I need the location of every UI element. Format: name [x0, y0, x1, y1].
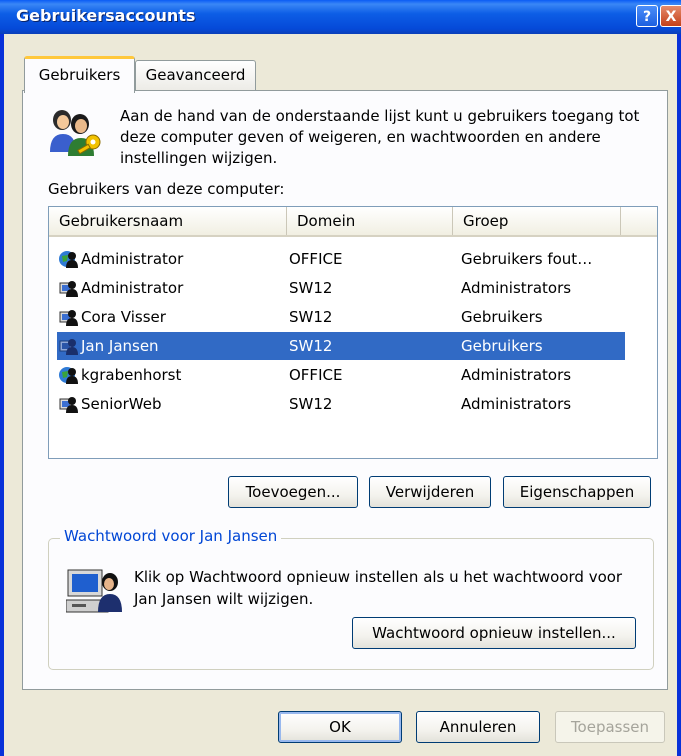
apply-button[interactable]: Toepassen	[555, 711, 665, 743]
cell-username: Administrator	[81, 250, 184, 268]
table-row[interactable]: Cora Visser SW12 Gebruikers	[57, 303, 625, 331]
cell-group: Administrators	[461, 366, 572, 384]
table-row[interactable]: Administrator SW12 Administrators	[57, 274, 625, 302]
domain-user-icon	[59, 251, 78, 268]
cell-group: Administrators	[461, 395, 572, 413]
column-header-domain[interactable]: Domein	[287, 207, 453, 235]
password-group-text: Klik op Wachtwoord opnieuw instellen als…	[134, 568, 623, 608]
ok-button[interactable]: OK	[278, 711, 402, 743]
users-list[interactable]: Gebruikersnaam Domein Groep Administrato…	[48, 206, 658, 459]
tab-geavanceerd[interactable]: Geavanceerd	[135, 60, 256, 91]
cell-domain: SW12	[289, 308, 333, 326]
local-user-icon	[59, 281, 78, 297]
cell-domain: SW12	[289, 395, 333, 413]
column-header-group[interactable]: Groep	[453, 207, 621, 235]
cell-group: Gebruikers	[461, 308, 543, 326]
cell-domain: OFFICE	[289, 250, 343, 268]
tab-gebruikers[interactable]: Gebruikers	[24, 56, 135, 93]
properties-button[interactable]: Eigenschappen	[503, 476, 651, 508]
cell-username: Cora Visser	[81, 308, 166, 326]
cell-domain: SW12	[289, 279, 333, 297]
cell-group: Gebruikers	[461, 337, 543, 355]
cell-username: Administrator	[81, 279, 184, 297]
help-button[interactable]: ?	[636, 5, 658, 27]
local-user-icon	[59, 310, 78, 326]
cell-username: kgrabenhorst	[81, 366, 182, 384]
cell-group: Administrators	[461, 279, 572, 297]
table-row[interactable]: kgrabenhorst OFFICE Administrators	[57, 361, 625, 389]
table-row-selected[interactable]: Jan Jansen SW12 Gebruikers	[57, 332, 625, 360]
local-user-icon	[59, 339, 78, 355]
users-key-icon	[50, 110, 101, 156]
domain-user-icon	[59, 367, 78, 384]
column-header-username[interactable]: Gebruikersnaam	[49, 207, 287, 235]
password-group-legend: Wachtwoord voor Jan Jansen	[60, 527, 282, 545]
close-button[interactable]: X	[660, 5, 681, 27]
cell-username: SeniorWeb	[81, 395, 162, 413]
remove-user-button[interactable]: Verwijderen	[369, 476, 491, 508]
cell-group: Gebruikers fout…	[461, 250, 593, 268]
reset-password-button[interactable]: Wachtwoord opnieuw instellen...	[352, 617, 636, 649]
cell-username: Jan Jansen	[81, 337, 159, 355]
table-row[interactable]: Administrator OFFICE Gebruikers fout…	[57, 245, 625, 273]
cell-domain: SW12	[289, 337, 333, 355]
local-user-icon	[59, 397, 78, 413]
window-title: Gebruikersaccounts	[16, 6, 196, 25]
computer-user-icon	[66, 569, 122, 613]
list-header: Gebruikersnaam Domein Groep	[49, 207, 657, 237]
table-row[interactable]: SeniorWeb SW12 Administrators	[57, 390, 625, 418]
info-text: Aan de hand van de onderstaande lijst ku…	[120, 107, 640, 167]
add-user-button[interactable]: Toevoegen...	[228, 476, 358, 508]
cell-domain: OFFICE	[289, 366, 343, 384]
cancel-button[interactable]: Annuleren	[416, 711, 540, 743]
users-list-label: Gebruikers van deze computer:	[48, 180, 285, 198]
title-bar[interactable]: Gebruikersaccounts ? X	[0, 0, 681, 34]
